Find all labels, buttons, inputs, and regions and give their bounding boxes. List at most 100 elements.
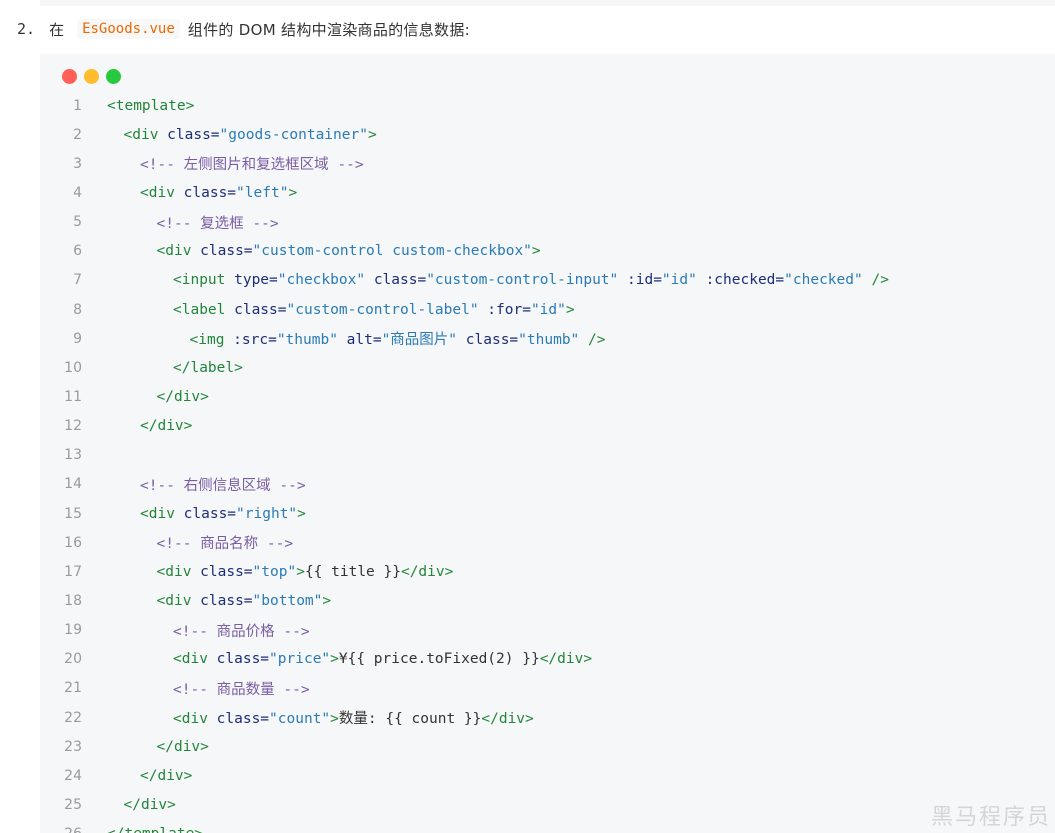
code-token-attr: class=: [183, 505, 237, 522]
line-number: 15: [64, 505, 82, 522]
line-number: 22: [64, 709, 82, 726]
line-number: 19: [64, 622, 82, 639]
code-token-attr: class=: [200, 592, 253, 609]
code-text: <div class="bottom">: [82, 592, 332, 609]
line-number: 7: [73, 272, 82, 289]
code-text: <label class="custom-control-label" :for…: [82, 302, 575, 318]
code-token-tag: >: [322, 592, 332, 609]
code-token-str: "thumb": [276, 332, 338, 349]
line-number: 5: [73, 214, 82, 231]
line-number: 1: [73, 97, 82, 114]
code-line: 23 </div>: [40, 732, 1055, 761]
code-token-tag: </label>: [173, 359, 243, 376]
code-text: <!-- 商品名称 -->: [82, 532, 294, 553]
code-token-text: 数量: {{ count }}: [338, 711, 482, 728]
line-number: 2: [73, 126, 82, 143]
previous-block-edge: [40, 0, 1055, 6]
code-line: 10 </label>: [40, 353, 1055, 382]
code-text: </label>: [82, 360, 243, 376]
code-token-tag: </div>: [140, 767, 193, 784]
line-number: 11: [64, 388, 82, 405]
code-token-str: "custom-control-input": [426, 272, 619, 289]
code-text: </div>: [82, 797, 176, 813]
code-text: </div>: [82, 418, 192, 434]
red-dot-icon: [62, 69, 77, 84]
green-dot-icon: [106, 69, 121, 84]
code-token-attr: class=: [373, 272, 427, 289]
watermark-logo: 黑马程序员: [930, 805, 1051, 830]
code-token-attr: class=: [216, 711, 270, 728]
code-token-tag: </template>: [107, 826, 203, 833]
code-token-tag: >: [330, 651, 339, 668]
code-token-tag: <div: [156, 563, 201, 580]
line-number: 14: [64, 476, 82, 493]
code-text: <img :src="thumb" alt="商品图片" class="thum…: [82, 328, 606, 349]
line-number: 23: [64, 738, 82, 755]
code-text: <div class="custom-control custom-checkb…: [82, 243, 541, 259]
code-lines: 1 <template> 2 <div class="goods-container"…: [40, 91, 1055, 833]
code-token-tag: </div>: [539, 651, 593, 668]
code-token-comment: <!-- 右侧信息区域 -->: [140, 477, 306, 494]
line-number: 10: [64, 359, 82, 376]
code-text: <div class="count">数量: {{ count }}</div>: [82, 707, 534, 728]
code-line: 20 <div class="price">¥{{ price.toFixed(2…: [40, 645, 1055, 674]
code-token-str: "thumb": [518, 332, 580, 349]
code-token-tag: </div>: [156, 388, 209, 405]
line-number: 21: [64, 680, 82, 697]
code-token-str: "right": [236, 505, 298, 522]
code-text: <template>: [82, 98, 194, 114]
code-token-tag: >: [565, 301, 575, 318]
code-text: <!-- 商品价格 -->: [82, 620, 310, 641]
code-block: 1 <template> 2 <div class="goods-container"…: [40, 54, 1055, 833]
code-line: 25 </div>: [40, 790, 1055, 819]
code-text: </div>: [82, 389, 209, 405]
line-number: 12: [64, 418, 82, 435]
code-token-comment: <!-- 商品数量 -->: [173, 681, 310, 698]
code-token-attr: class=: [200, 563, 253, 580]
code-token-str: "商品图片": [381, 332, 458, 349]
code-token-str: "custom-control custom-checkbox": [252, 243, 532, 260]
code-token-attr: class=: [167, 126, 220, 143]
code-line: 17 <div class="top">{{ title }}</div>: [40, 557, 1055, 586]
code-token-attr: :checked=: [705, 272, 785, 289]
code-line: 9 <img :src="thumb" alt="商品图片" class="thu…: [40, 324, 1055, 353]
code-token-str: "custom-control-label": [286, 301, 479, 318]
code-token-text: ¥{{ price.toFixed(2) }}: [338, 651, 540, 668]
code-token-tag: >: [297, 505, 306, 522]
code-token-str: "top": [252, 563, 297, 580]
code-token-comment: <!-- 左侧图片和复选框区域 -->: [140, 157, 364, 174]
code-line: 6 <div class="custom-control custom-check…: [40, 237, 1055, 266]
code-text: <div class="top">{{ title }}</div>: [82, 563, 454, 580]
line-number: 3: [73, 155, 82, 172]
code-token-comment: <!-- 复选框 -->: [156, 215, 279, 232]
code-token-text: {{ title }}: [304, 563, 401, 580]
code-line: 19 <!-- 商品价格 -->: [40, 616, 1055, 645]
code-line: 2 <div class="goods-container">: [40, 120, 1055, 149]
code-token-tag: <template>: [107, 97, 195, 114]
code-token-str: "id": [661, 272, 697, 289]
line-number: 16: [64, 534, 82, 551]
code-line: 18 <div class="bottom">: [40, 586, 1055, 615]
code-token-tag: <img: [189, 332, 234, 349]
code-text: <div class="price">¥{{ price.toFixed(2) …: [82, 651, 592, 667]
code-text: </template>: [82, 826, 203, 833]
code-text: <!-- 右侧信息区域 -->: [82, 474, 306, 495]
code-token-attr: class=: [234, 301, 287, 318]
code-line: 4 <div class="left">: [40, 178, 1055, 207]
code-line: 13: [40, 441, 1055, 470]
code-token-attr: class=: [216, 651, 270, 668]
code-text: </div>: [82, 768, 192, 784]
code-token-tag: </div>: [400, 563, 454, 580]
code-token-attr: class=: [465, 332, 519, 349]
code-token-tag: <div: [156, 243, 201, 260]
code-line: 21 <!-- 商品数量 -->: [40, 674, 1055, 703]
line-number: 6: [73, 243, 82, 260]
code-token-tag: >: [531, 243, 541, 260]
line-number: 25: [64, 796, 82, 813]
code-line: 15 <div class="right">: [40, 499, 1055, 528]
code-token-attr: type=: [234, 272, 278, 289]
